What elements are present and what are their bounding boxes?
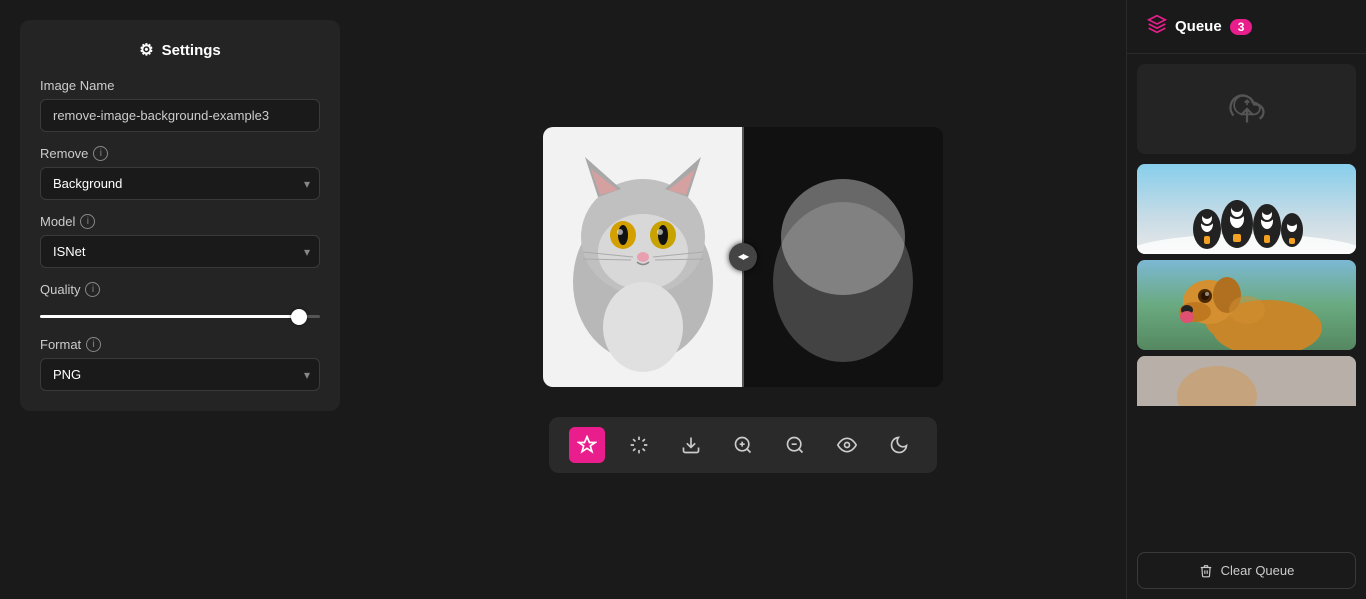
eye-scan-button[interactable]: [829, 427, 865, 463]
sidebar: ⚙ Settings Image Name Remove i Backgroun…: [0, 0, 360, 599]
remove-label: Remove i: [40, 146, 320, 161]
quality-slider-wrapper: [40, 305, 320, 323]
queue-item-dog[interactable]: [1137, 260, 1356, 350]
queue-badge: 3: [1230, 19, 1253, 35]
format-info-icon[interactable]: i: [86, 337, 101, 352]
penguin-image: [1137, 164, 1356, 254]
main-area: [360, 0, 1126, 599]
dark-mode-button[interactable]: [881, 427, 917, 463]
remove-select-wrapper: BackgroundForegroundCustom ▾: [40, 167, 320, 200]
split-handle[interactable]: [729, 243, 757, 271]
cat-processed-image: [743, 127, 943, 387]
loading-button[interactable]: [621, 427, 657, 463]
clear-queue-label: Clear Queue: [1221, 563, 1295, 578]
remove-info-icon[interactable]: i: [93, 146, 108, 161]
zoom-in-button[interactable]: [725, 427, 761, 463]
queue-title: Queue: [1175, 18, 1222, 35]
remove-select[interactable]: BackgroundForegroundCustom: [40, 167, 320, 200]
magic-tool-button[interactable]: [569, 427, 605, 463]
dog-image: [1137, 260, 1356, 350]
model-select-wrapper: ISNetU2NetBiRefNet ▾: [40, 235, 320, 268]
format-select[interactable]: PNGJPEGWebP: [40, 358, 320, 391]
queue-item-partial[interactable]: [1137, 356, 1356, 406]
cloud-icon: [1233, 91, 1261, 119]
upload-placeholder[interactable]: [1137, 64, 1356, 154]
quality-field: Quality i: [40, 282, 320, 323]
model-field: Model i ISNetU2NetBiRefNet ▾: [40, 214, 320, 268]
queue-panel: Queue 3: [1126, 0, 1366, 599]
quality-info-icon[interactable]: i: [85, 282, 100, 297]
quality-label: Quality i: [40, 282, 320, 297]
queue-header: Queue 3: [1127, 0, 1366, 54]
layers-icon: [1147, 14, 1167, 39]
settings-panel: ⚙ Settings Image Name Remove i Backgroun…: [20, 20, 340, 411]
quality-slider[interactable]: [40, 315, 320, 318]
settings-heading: Settings: [162, 42, 221, 59]
settings-title: ⚙ Settings: [40, 40, 320, 60]
trash-icon: [1199, 564, 1213, 578]
format-select-wrapper: PNGJPEGWebP ▾: [40, 358, 320, 391]
download-button[interactable]: [673, 427, 709, 463]
queue-item-penguins[interactable]: [1137, 164, 1356, 254]
remove-field: Remove i BackgroundForegroundCustom ▾: [40, 146, 320, 200]
image-name-label: Image Name: [40, 78, 320, 93]
canvas-right: [743, 127, 943, 387]
toolbar: [549, 417, 937, 473]
image-name-field: Image Name: [40, 78, 320, 132]
canvas-left: [543, 127, 743, 387]
model-label: Model i: [40, 214, 320, 229]
zoom-out-button[interactable]: [777, 427, 813, 463]
gear-icon: ⚙: [139, 40, 153, 60]
partial-image: [1137, 356, 1356, 406]
image-name-input[interactable]: [40, 99, 320, 132]
cat-original-image: [543, 127, 743, 387]
upload-icon-wrapper: [1229, 91, 1265, 127]
model-select[interactable]: ISNetU2NetBiRefNet: [40, 235, 320, 268]
format-field: Format i PNGJPEGWebP ▾: [40, 337, 320, 391]
clear-queue-button[interactable]: Clear Queue: [1137, 552, 1356, 589]
format-label: Format i: [40, 337, 320, 352]
canvas-area: [543, 127, 943, 387]
queue-items-list: [1127, 164, 1366, 542]
model-info-icon[interactable]: i: [80, 214, 95, 229]
